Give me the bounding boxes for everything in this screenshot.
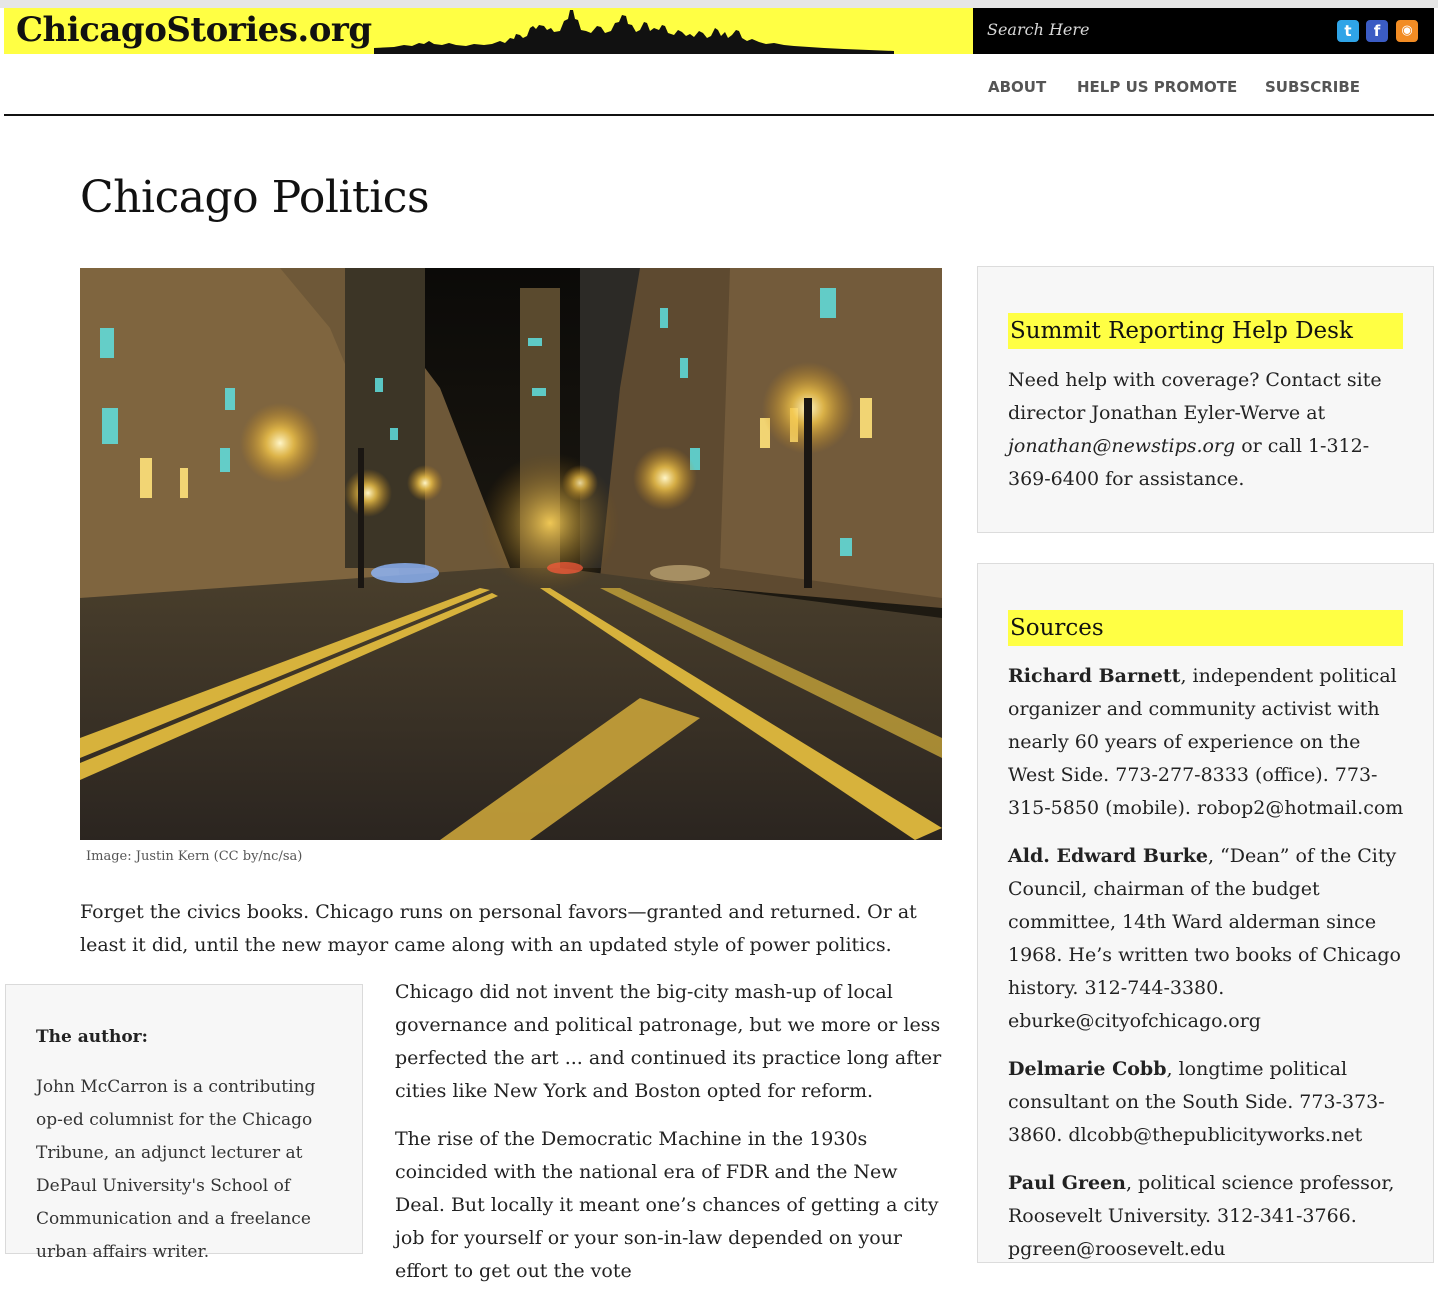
page-title: Chicago Politics: [80, 172, 430, 223]
help-desk-heading: Summit Reporting Help Desk: [1008, 313, 1403, 349]
header-divider: [4, 114, 1434, 116]
sources-heading: Sources: [1008, 610, 1403, 646]
help-desk-box: Summit Reporting Help Desk Need help wit…: [977, 266, 1434, 533]
nav-subscribe[interactable]: SUBSCRIBE: [1265, 78, 1360, 96]
source-name: Delmarie Cobb: [1008, 1058, 1167, 1080]
sources-list: Richard Barnett, independent political o…: [1008, 660, 1408, 1281]
help-desk-text-before: Need help with coverage? Contact site di…: [1008, 369, 1382, 424]
source-name: Ald. Edward Burke: [1008, 845, 1208, 867]
source-entry: Delmarie Cobb, longtime political consul…: [1008, 1053, 1408, 1152]
site-logo[interactable]: ChicagoStories.org: [16, 10, 372, 50]
hero-street-photo: [80, 268, 942, 840]
nav-about[interactable]: ABOUT: [988, 78, 1046, 96]
facebook-icon[interactable]: f: [1366, 20, 1388, 42]
search-input[interactable]: Search Here: [987, 20, 1090, 39]
help-desk-email-link[interactable]: jonathan@newstips.org: [1008, 435, 1235, 457]
author-box: The author: John McCarron is a contribut…: [5, 984, 363, 1262]
chicago-skyline-graphic: [374, 10, 894, 54]
source-name: Paul Green: [1008, 1172, 1126, 1194]
article-paragraph: The rise of the Democratic Machine in th…: [395, 1128, 939, 1282]
sources-box: Sources Richard Barnett, independent pol…: [977, 563, 1434, 1263]
logo-banner[interactable]: ChicagoStories.org: [4, 8, 973, 54]
browser-top-strip: [0, 0, 1438, 8]
author-bio: John McCarron is a contributing op-ed co…: [36, 1077, 316, 1262]
image-caption: Image: Justin Kern (CC by/nc/sa): [86, 849, 303, 864]
source-entry: Richard Barnett, independent political o…: [1008, 660, 1408, 825]
twitter-icon[interactable]: t: [1337, 20, 1359, 42]
source-detail: , “Dean” of the City Council, chairman o…: [1008, 845, 1401, 1032]
article-lead: Forget the civics books. Chicago runs on…: [80, 901, 917, 956]
source-name: Richard Barnett: [1008, 665, 1181, 687]
article-body: Chicago did not invent the big-city mash…: [395, 976, 943, 1303]
article-paragraph: Chicago did not invent the big-city mash…: [395, 981, 942, 1102]
rss-icon[interactable]: ◉: [1396, 20, 1418, 42]
author-heading: The author:: [36, 1027, 148, 1047]
source-entry: Paul Green, political science professor,…: [1008, 1167, 1408, 1266]
source-entry: Ald. Edward Burke, “Dean” of the City Co…: [1008, 840, 1408, 1038]
search-social-bar: Search Here t f ◉: [973, 8, 1434, 54]
nav-help-us-promote[interactable]: HELP US PROMOTE: [1077, 78, 1237, 96]
help-desk-text: Need help with coverage? Contact site di…: [1008, 364, 1408, 496]
source-detail: , independent political organizer and co…: [1008, 665, 1404, 819]
